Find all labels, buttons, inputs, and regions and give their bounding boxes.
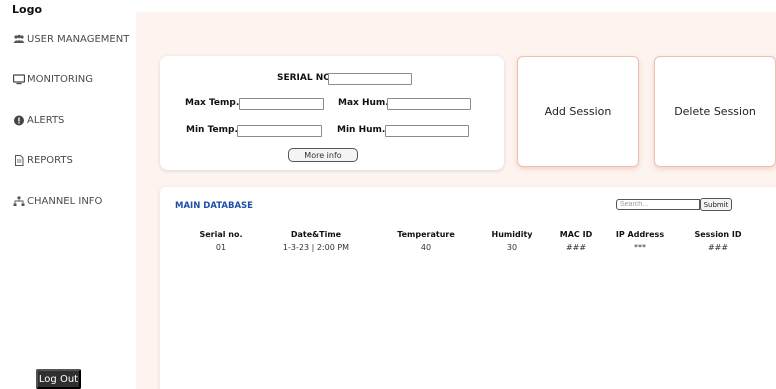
min-hum-input[interactable] (385, 125, 469, 137)
sidebar-item-channel-info[interactable]: CHANNEL INFO (12, 196, 102, 207)
cell-humidity: 30 (506, 243, 518, 252)
column-header: Date&Time (290, 230, 342, 239)
alert-icon (12, 115, 25, 126)
max-temp-input[interactable] (239, 98, 324, 110)
column-header: IP Address (615, 230, 665, 239)
min-temp-input[interactable] (237, 125, 322, 137)
cell-serial-no: 01 (215, 243, 227, 252)
main-content: SERIAL NO. Max Temp. Max Hum. Min Temp. … (136, 12, 776, 389)
min-temp-label: Min Temp. (186, 125, 238, 135)
users-icon (12, 34, 25, 45)
serial-no-label: SERIAL NO. (277, 73, 335, 83)
column-header: Temperature (397, 230, 455, 239)
max-hum-label: Max Hum. (338, 98, 389, 108)
column-header: Serial no. (199, 230, 243, 239)
sidebar: Logo USER MANAGEMENT MONITORING ALERTS R… (0, 0, 136, 389)
database-title: MAIN DATABASE (175, 201, 253, 211)
sidebar-item-label: USER MANAGEMENT (27, 34, 130, 45)
app-window: Logo USER MANAGEMENT MONITORING ALERTS R… (0, 0, 776, 389)
session-form-card: SERIAL NO. Max Temp. Max Hum. Min Temp. … (160, 56, 504, 170)
submit-button[interactable]: Submit (700, 198, 732, 211)
column-header: Session ID (694, 230, 742, 239)
sidebar-item-label: REPORTS (27, 155, 73, 166)
network-icon (12, 196, 25, 207)
sidebar-item-label: ALERTS (27, 115, 65, 126)
max-hum-input[interactable] (387, 98, 471, 110)
sidebar-item-reports[interactable]: REPORTS (12, 155, 73, 166)
add-session-button[interactable]: Add Session (517, 56, 639, 167)
sidebar-item-alerts[interactable]: ALERTS (12, 115, 64, 126)
sidebar-item-monitoring[interactable]: MONITORING (12, 74, 93, 85)
monitor-icon (12, 74, 25, 85)
max-temp-label: Max Temp. (185, 98, 240, 108)
cell-ip-address: *** (634, 243, 646, 252)
logout-button[interactable]: Log Out (36, 369, 81, 389)
cell-mac-id: ### (565, 243, 587, 252)
logo: Logo (12, 3, 42, 16)
main-database-card: MAIN DATABASE Submit Serial no. Date&Tim… (160, 187, 776, 389)
search-input[interactable] (616, 199, 700, 210)
sidebar-item-label: MONITORING (27, 74, 94, 85)
min-hum-label: Min Hum. (337, 125, 386, 135)
column-header: MAC ID (559, 230, 593, 239)
column-header: Humidity (491, 230, 533, 239)
more-info-button[interactable]: More info (288, 148, 358, 162)
sidebar-item-label: CHANNEL INFO (27, 196, 103, 207)
cell-date-time: 1-3-23 | 2:00 PM (282, 243, 350, 252)
cell-temperature: 40 (420, 243, 432, 252)
cell-session-id: ### (707, 243, 729, 252)
delete-session-button[interactable]: Delete Session (654, 56, 776, 167)
serial-no-input[interactable] (328, 73, 412, 85)
sidebar-item-user-management[interactable]: USER MANAGEMENT (12, 34, 129, 45)
document-icon (12, 155, 25, 166)
